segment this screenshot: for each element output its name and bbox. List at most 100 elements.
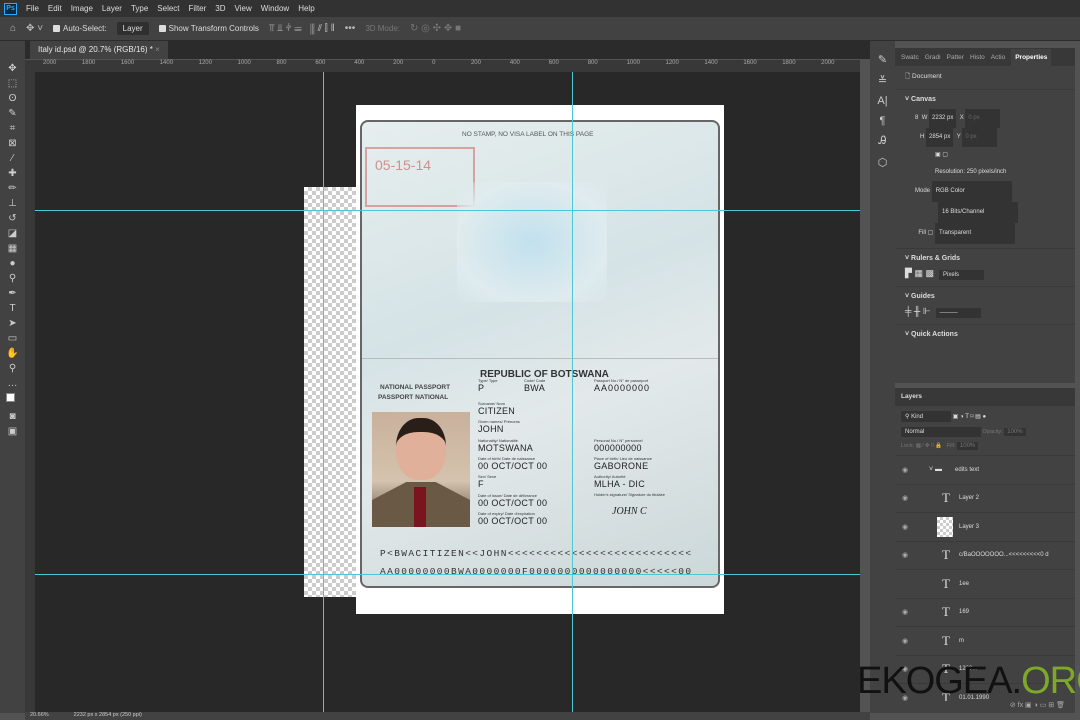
smart-guides-icon[interactable]: ⊩: [923, 306, 931, 316]
document-image[interactable]: NO STAMP, NO VISA LABEL ON THIS PAGE 05-…: [356, 105, 724, 614]
rectangle-tool-icon[interactable]: ▭: [8, 333, 17, 344]
guides-toggle-icon[interactable]: ╪: [905, 306, 911, 316]
3d-icon[interactable]: ⬡: [878, 156, 888, 169]
menu-select[interactable]: Select: [157, 4, 179, 13]
adjustments-icon[interactable]: ≚: [878, 74, 887, 87]
blur-tool-icon[interactable]: ●: [9, 258, 15, 269]
bit-depth-select[interactable]: 16 Bits/Channel: [938, 202, 1018, 223]
height-input[interactable]: 2854 px: [926, 128, 954, 147]
stamp-tool-icon[interactable]: ⊥: [8, 198, 17, 209]
lock-icons[interactable]: ▩ ⁄ ✥ ⌑ 🔒: [916, 443, 943, 449]
menu-file[interactable]: File: [26, 4, 39, 13]
character-icon[interactable]: A|: [877, 95, 887, 107]
layer-row[interactable]: ◉ Tm: [895, 626, 1075, 655]
tab-gradients[interactable]: Gradi: [925, 54, 941, 61]
home-icon[interactable]: ⌂: [10, 23, 16, 34]
guides-section[interactable]: ˅ Guides: [895, 286, 1075, 306]
canvas-area[interactable]: NO STAMP, NO VISA LABEL ON THIS PAGE 05-…: [35, 72, 860, 712]
brush-settings-icon[interactable]: ✎: [878, 53, 887, 66]
tab-actions[interactable]: Actio: [991, 54, 1005, 61]
show-transform-checkbox[interactable]: Show Transform Controls: [158, 24, 259, 33]
canvas-section[interactable]: ˅ Canvas: [895, 89, 1075, 109]
eraser-icon[interactable]: ◪: [8, 228, 17, 239]
units-select[interactable]: Pixels: [939, 270, 984, 280]
fill-input[interactable]: 100%: [956, 442, 979, 450]
landscape-icon[interactable]: ▢: [942, 152, 948, 158]
quick-actions-section[interactable]: ˅ Quick Actions: [895, 324, 1075, 344]
glyphs-icon[interactable]: Ꭿ: [879, 135, 887, 148]
menu-edit[interactable]: Edit: [48, 4, 62, 13]
guide-style-select[interactable]: ———: [935, 308, 981, 318]
history-brush-icon[interactable]: ↺: [8, 213, 16, 224]
screen-mode-icon[interactable]: ▣: [8, 426, 17, 437]
menu-layer[interactable]: Layer: [102, 4, 122, 13]
paragraph-icon[interactable]: ¶: [880, 115, 886, 127]
blend-mode-select[interactable]: Normal: [901, 427, 981, 437]
layer-row[interactable]: T 1ee: [895, 569, 1075, 598]
layers-tab[interactable]: Layers: [895, 388, 1075, 406]
frame-tool-icon[interactable]: ⊠: [8, 138, 16, 149]
opacity-input[interactable]: 100%: [1004, 428, 1026, 436]
gradient-tool-icon[interactable]: ▦: [8, 243, 17, 254]
mode-select[interactable]: RGB Color: [931, 181, 1012, 202]
marquee-tool-icon[interactable]: ⬚: [8, 78, 17, 89]
brush-tool-icon[interactable]: ✏: [8, 183, 16, 194]
zoom-tool-icon[interactable]: ⚲: [9, 363, 16, 374]
y-input[interactable]: 0 px: [962, 128, 998, 147]
menu-3d[interactable]: 3D: [215, 4, 225, 13]
quick-select-icon[interactable]: ✎: [8, 108, 16, 119]
type-tool-icon[interactable]: T: [9, 303, 15, 314]
tab-history[interactable]: Histo: [970, 54, 985, 61]
ruler-toggle-icon[interactable]: ▛: [905, 268, 912, 278]
move-tool-icon[interactable]: ✥ ˅: [26, 23, 43, 34]
dodge-tool-icon[interactable]: ⚲: [9, 273, 16, 284]
lasso-tool-icon[interactable]: ʘ: [9, 93, 17, 104]
menu-filter[interactable]: Filter: [189, 4, 207, 13]
guide-vertical[interactable]: [572, 72, 573, 712]
layer-row[interactable]: ◉ ˅ ▬ edits text: [895, 455, 1075, 484]
move-tool-icon[interactable]: ✥: [8, 63, 16, 74]
filter-icons[interactable]: ▣ ◑ T ⌑ ▤ ●: [953, 414, 986, 420]
crop-tool-icon[interactable]: ⌗: [10, 123, 16, 134]
lock-guides-icon[interactable]: ╫: [914, 306, 920, 316]
menu-image[interactable]: Image: [71, 4, 93, 13]
menu-view[interactable]: View: [235, 4, 252, 13]
auto-select-checkbox[interactable]: Auto-Select:: [53, 24, 107, 33]
quick-mask-icon[interactable]: ◙: [9, 411, 15, 422]
path-select-icon[interactable]: ➤: [8, 318, 16, 329]
menu-help[interactable]: Help: [298, 4, 314, 13]
visibility-eye-icon[interactable]: ◉: [895, 608, 915, 616]
portrait-icon[interactable]: ▣: [935, 152, 941, 158]
menu-window[interactable]: Window: [261, 4, 289, 13]
guide-vertical[interactable]: [323, 72, 324, 712]
hand-tool-icon[interactable]: ✋: [6, 348, 18, 359]
link-icon[interactable]: 8: [915, 115, 918, 121]
visibility-eye-icon[interactable]: ◉: [895, 466, 915, 474]
menu-type[interactable]: Type: [131, 4, 148, 13]
zoom-level[interactable]: 20.66%: [30, 712, 49, 720]
layer-row[interactable]: ◉ T Layer 2: [895, 483, 1075, 513]
width-input[interactable]: 2232 px: [929, 109, 957, 128]
pixel-grid-icon[interactable]: ▩: [925, 268, 934, 278]
more-tools-icon[interactable]: …: [8, 378, 18, 389]
tab-swatches[interactable]: Swatc: [901, 54, 919, 61]
x-input[interactable]: 0 px: [965, 109, 1001, 128]
tab-patterns[interactable]: Patter: [947, 54, 964, 61]
color-swatches-icon[interactable]: [5, 393, 20, 407]
visibility-eye-icon[interactable]: ◉: [895, 551, 915, 559]
pen-tool-icon[interactable]: ✒: [8, 288, 16, 299]
layer-row[interactable]: ◉ Layer 3: [895, 512, 1075, 541]
guide-horizontal[interactable]: [35, 574, 860, 575]
healing-brush-icon[interactable]: ✚: [8, 168, 16, 179]
eyedropper-icon[interactable]: ⁄: [12, 153, 14, 164]
fill-select[interactable]: Transparent: [935, 223, 1016, 244]
close-icon[interactable]: ×: [155, 45, 160, 54]
layer-select[interactable]: Layer: [116, 22, 149, 35]
visibility-eye-icon[interactable]: ◉: [895, 637, 915, 645]
3d-tools-icons[interactable]: ↻ ◎ ✣ ✥ ■: [410, 23, 461, 34]
tab-properties[interactable]: Properties: [1011, 48, 1052, 66]
layer-row[interactable]: ◉ T 169: [895, 597, 1075, 627]
grid-icon[interactable]: ▦: [914, 268, 923, 278]
visibility-eye-icon[interactable]: ◉: [895, 523, 915, 531]
rulers-section[interactable]: ˅ Rulers & Grids: [895, 248, 1075, 268]
